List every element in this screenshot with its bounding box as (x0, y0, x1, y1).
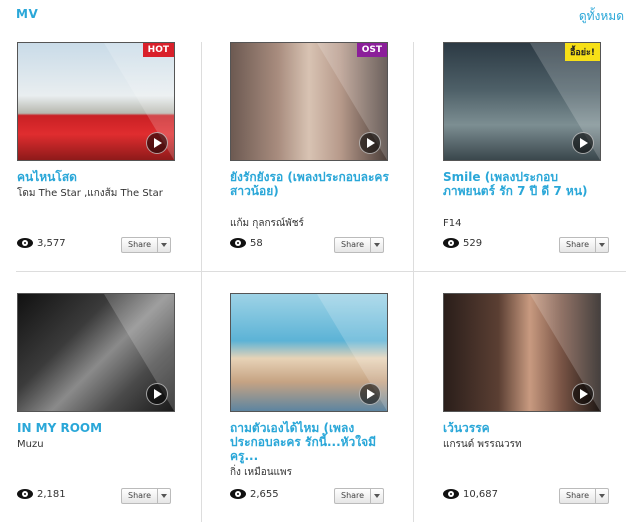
chevron-down-icon[interactable] (158, 489, 170, 503)
eye-icon (443, 489, 459, 499)
share-button[interactable]: Share (121, 237, 172, 253)
video-title[interactable]: เว้นวรรค (443, 421, 603, 435)
hot-badge: HOT (142, 43, 174, 57)
play-icon[interactable] (359, 132, 381, 154)
video-artist: แก้ม กุลกรณ์พัชร์ (230, 218, 304, 229)
chevron-down-icon[interactable] (596, 238, 608, 252)
video-title[interactable]: Smile (เพลงประกอบภาพยนตร์ รัก 7 ปี ดี 7 … (443, 170, 603, 198)
chevron-down-icon[interactable] (158, 238, 170, 252)
column-divider (201, 42, 202, 522)
play-icon[interactable] (572, 383, 594, 405)
share-button[interactable]: Share (559, 237, 610, 253)
play-icon[interactable] (572, 132, 594, 154)
video-title[interactable]: IN MY ROOM (17, 421, 177, 435)
chevron-down-icon[interactable] (371, 489, 383, 503)
video-artist: Muzu (17, 439, 44, 450)
ost-badge: OST (356, 43, 387, 57)
view-count: 58 (230, 238, 263, 249)
video-thumbnail[interactable] (17, 293, 175, 412)
play-icon[interactable] (146, 383, 168, 405)
chevron-down-icon[interactable] (596, 489, 608, 503)
video-thumbnail[interactable] (443, 293, 601, 412)
play-icon[interactable] (146, 132, 168, 154)
share-button[interactable]: Share (334, 488, 385, 504)
view-count: 2,181 (17, 489, 66, 500)
view-count: 10,687 (443, 489, 498, 500)
video-artist: กิ่ง เหมือนแพร (230, 467, 292, 478)
video-title[interactable]: ถามตัวเองได้ไหม (เพลงประกอบละคร รักนี้..… (230, 421, 390, 463)
eye-icon (443, 238, 459, 248)
view-count: 2,655 (230, 489, 279, 500)
share-button[interactable]: Share (121, 488, 172, 504)
eye-icon (17, 489, 33, 499)
oei-ya-badge: อื้อย่ะ! (564, 43, 600, 61)
chevron-down-icon[interactable] (371, 238, 383, 252)
video-thumbnail[interactable]: HOT (17, 42, 175, 161)
row-divider (16, 271, 626, 272)
section-title: MV (16, 7, 39, 21)
column-divider (413, 42, 414, 522)
view-count: 529 (443, 238, 482, 249)
eye-icon (230, 489, 246, 499)
video-artist: โดม The Star ,แกงส้ม The Star (17, 188, 163, 199)
see-all-link[interactable]: ดูทั้งหมด (579, 7, 624, 26)
video-title[interactable]: ยังรักยังรอ (เพลงประกอบละคร สาวน้อย) (230, 170, 390, 198)
video-thumbnail[interactable]: OST (230, 42, 388, 161)
video-title[interactable]: คนไหนโสด (17, 170, 177, 184)
video-artist: F14 (443, 218, 462, 229)
video-thumbnail[interactable]: อื้อย่ะ! (443, 42, 601, 161)
share-button[interactable]: Share (334, 237, 385, 253)
video-thumbnail[interactable] (230, 293, 388, 412)
view-count: 3,577 (17, 238, 66, 249)
video-artist: แกรนด์ พรรณวรท (443, 439, 522, 450)
play-icon[interactable] (359, 383, 381, 405)
eye-icon (17, 238, 33, 248)
eye-icon (230, 238, 246, 248)
share-button[interactable]: Share (559, 488, 610, 504)
